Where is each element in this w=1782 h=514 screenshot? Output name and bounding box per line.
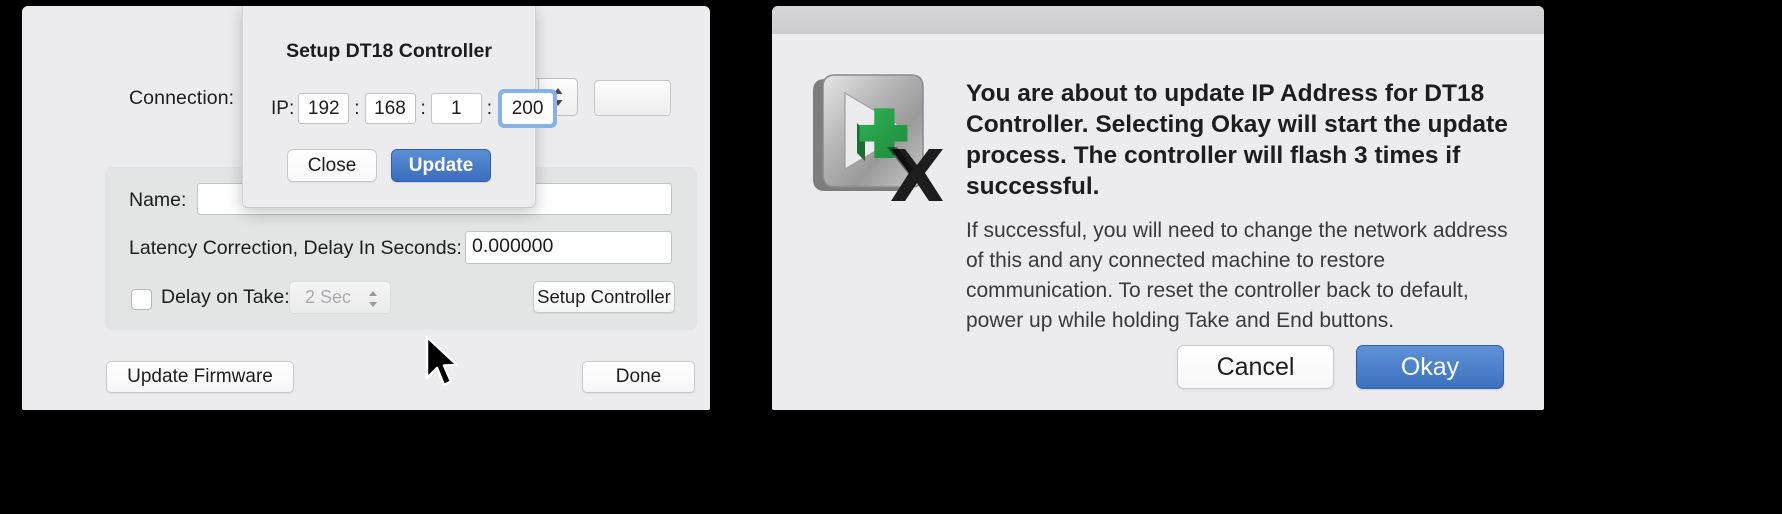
- setup-dt18-controller-sheet: Setup DT18 Controller IP: 192 : 168 : 1 …: [242, 6, 558, 208]
- update-button[interactable]: Update: [391, 149, 491, 182]
- cancel-button[interactable]: Cancel: [1177, 345, 1334, 389]
- delay-seconds-value: 2 Sec: [305, 287, 352, 307]
- dt18-app-icon: [813, 74, 943, 201]
- ip-octet-4-focus-ring: 200: [498, 89, 558, 128]
- chevron-up-down-icon: [366, 289, 380, 314]
- latency-correction-label: Latency Correction, Delay In Seconds:: [129, 237, 462, 259]
- okay-button[interactable]: Okay: [1356, 345, 1504, 389]
- setup-controller-button[interactable]: Setup Controller: [533, 281, 675, 313]
- alert-headline: You are about to update IP Address for D…: [966, 80, 1508, 200]
- ip-octet-3-input[interactable]: 1: [430, 93, 482, 124]
- mouse-pointer: [425, 335, 459, 387]
- delay-seconds-popup[interactable]: 2 Sec: [289, 281, 391, 314]
- sheet-title: Setup DT18 Controller: [286, 40, 492, 62]
- screen: Connection: Name: Latency Correction, De…: [0, 0, 1782, 514]
- dt18-settings-window: Connection: Name: Latency Correction, De…: [22, 6, 710, 410]
- ip-separator-3: :: [486, 97, 493, 119]
- done-button[interactable]: Done: [582, 361, 695, 393]
- alert-titlebar: [772, 6, 1544, 34]
- connection-status-field[interactable]: [594, 80, 671, 116]
- alert-button-row: Cancel Okay: [772, 345, 1544, 389]
- delay-on-take-label: Delay on Take:: [161, 286, 290, 308]
- delay-on-take-checkbox[interactable]: [131, 289, 152, 310]
- name-label: Name:: [129, 189, 187, 211]
- latency-correction-input[interactable]: 0.000000: [465, 231, 672, 264]
- connection-label: Connection:: [129, 87, 235, 109]
- update-ip-alert-window: You are about to update IP Address for D…: [772, 6, 1544, 410]
- ip-octet-1-input[interactable]: 192: [298, 93, 350, 124]
- ip-octet-4-input[interactable]: 200: [502, 93, 554, 124]
- ip-label: IP:: [271, 97, 295, 119]
- sheet-button-row: Close Update: [243, 149, 535, 182]
- close-button[interactable]: Close: [287, 149, 377, 182]
- ip-octet-2-input[interactable]: 168: [364, 93, 416, 124]
- ip-separator-2: :: [420, 97, 426, 119]
- alert-body-text: If successful, you will need to change t…: [966, 219, 1508, 332]
- update-firmware-button[interactable]: Update Firmware: [106, 361, 294, 393]
- ip-address-row: IP: 192 : 168 : 1 : 200: [271, 89, 558, 128]
- ip-separator-1: :: [354, 97, 360, 119]
